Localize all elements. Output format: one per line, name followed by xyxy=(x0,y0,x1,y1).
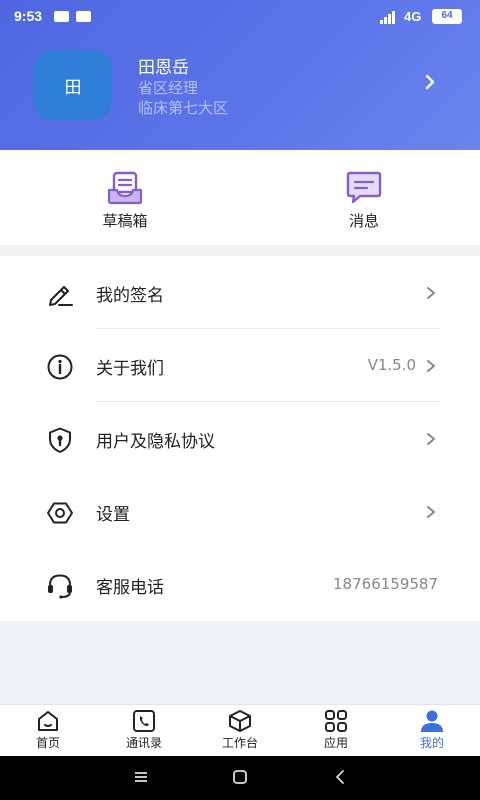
tab-label: 首页 xyxy=(35,736,60,750)
tab-mine[interactable]: 我的 xyxy=(384,709,480,751)
drafts-button[interactable]: 草稿箱 xyxy=(65,170,185,231)
workbench-box-icon xyxy=(229,710,251,732)
shield-lock-icon xyxy=(49,427,71,453)
bottom-tab-bar: 首页 通讯录 工作台 应用 我的 xyxy=(0,704,480,756)
tab-contacts[interactable]: 通讯录 xyxy=(96,709,192,751)
menu-icon[interactable] xyxy=(132,768,150,786)
tab-workbench[interactable]: 工作台 xyxy=(192,709,288,751)
menu-label: 设置 xyxy=(96,505,130,525)
messages-label: 消息 xyxy=(348,212,379,230)
menu-item-settings[interactable]: 设置 xyxy=(0,475,480,548)
menu-item-about[interactable]: 关于我们 V1.5.0 xyxy=(0,329,480,402)
chevron-right-icon xyxy=(427,287,435,299)
service-phone[interactable]: 18766159587 xyxy=(333,575,438,593)
menu-item-signature[interactable]: 我的签名 xyxy=(0,256,480,329)
tab-apps[interactable]: 应用 xyxy=(288,709,384,751)
app-version: V1.5.0 xyxy=(367,356,416,374)
chevron-right-icon xyxy=(427,433,435,445)
back-icon[interactable] xyxy=(332,768,350,786)
menu-label: 客服电话 xyxy=(96,578,164,598)
chevron-right-icon xyxy=(427,506,435,518)
settings-menu: 我的签名 关于我们 V1.5.0 用户及隐私协议 设置 客服电话 1876615… xyxy=(0,256,480,621)
user-icon xyxy=(421,710,443,732)
drafts-icon xyxy=(107,171,143,205)
user-region: 临床第七大区 xyxy=(138,99,229,117)
tab-label: 通讯录 xyxy=(125,736,162,750)
tab-label: 应用 xyxy=(323,736,348,750)
tab-label: 工作台 xyxy=(221,736,258,750)
user-role: 省区经理 xyxy=(138,79,199,97)
signal-icon xyxy=(380,10,400,24)
system-navigation-bar xyxy=(0,756,480,800)
headset-icon xyxy=(48,574,72,599)
status-time: 9:53 xyxy=(14,8,43,24)
battery-icon: 64 xyxy=(432,9,462,24)
info-icon xyxy=(47,354,73,380)
menu-item-customer-service[interactable]: 客服电话 18766159587 xyxy=(0,548,480,621)
status-bar: 9:53 4G 64 xyxy=(0,0,480,34)
menu-item-privacy[interactable]: 用户及隐私协议 xyxy=(0,402,480,475)
menu-label: 用户及隐私协议 xyxy=(96,432,215,452)
settings-hexagon-icon xyxy=(47,502,73,524)
apps-grid-icon xyxy=(325,710,347,732)
message-icon xyxy=(346,171,382,204)
menu-label: 我的签名 xyxy=(96,286,164,306)
avatar[interactable]: 田 xyxy=(34,50,112,120)
user-name: 田恩岳 xyxy=(138,58,189,78)
chat-notification-icon xyxy=(76,11,91,22)
messages-button[interactable]: 消息 xyxy=(304,170,424,231)
home-button-icon[interactable] xyxy=(231,768,249,786)
pen-signature-icon xyxy=(49,286,73,306)
sms-notification-icon xyxy=(54,11,69,22)
drafts-label: 草稿箱 xyxy=(102,212,148,230)
contacts-phone-icon xyxy=(133,710,155,732)
tab-label: 我的 xyxy=(419,736,444,750)
profile-header: 9:53 4G 64 田 田恩岳 省区经理 临床第七大区 xyxy=(0,0,480,150)
network-type: 4G xyxy=(404,9,422,24)
menu-label: 关于我们 xyxy=(96,359,164,379)
tab-home[interactable]: 首页 xyxy=(0,709,96,751)
chevron-right-icon xyxy=(427,360,435,372)
chevron-right-icon[interactable] xyxy=(420,72,440,92)
home-icon xyxy=(38,711,58,731)
quick-actions: 草稿箱 消息 xyxy=(0,150,480,245)
